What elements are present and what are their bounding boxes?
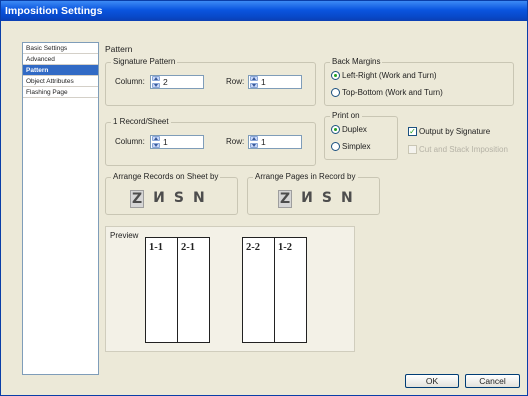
spinner-arrows-icon[interactable] — [152, 136, 160, 148]
record-column-stepper[interactable]: 1 — [150, 135, 204, 149]
back-margins-top-bottom-label: Top-Bottom (Work and Turn) — [342, 88, 443, 97]
sidebar-item-object-attributes[interactable]: Object Attributes — [23, 76, 98, 87]
checkbox-empty-icon — [408, 145, 417, 154]
back-margins-left-right-label: Left-Right (Work and Turn) — [342, 71, 437, 80]
back-margins-left-right-radio[interactable]: Left-Right (Work and Turn) — [331, 71, 437, 80]
arrange-records-s-order-icon[interactable]: S — [174, 190, 184, 208]
signature-row-value: 1 — [261, 77, 266, 87]
arrange-records-options: Z И S N — [130, 190, 205, 208]
print-on-simplex-radio[interactable]: Simplex — [331, 142, 370, 151]
sidebar-item-advanced[interactable]: Advanced — [23, 54, 98, 65]
radio-unselected-icon — [331, 88, 340, 97]
signature-column-value: 2 — [163, 77, 168, 87]
cancel-button[interactable]: Cancel — [465, 374, 520, 388]
arrange-pages-s-order-icon[interactable]: S — [322, 190, 332, 208]
cut-and-stack-checkbox[interactable]: Cut and Stack Imposition — [408, 145, 508, 154]
preview-page-2-2: 2-2 — [243, 238, 275, 342]
preview-back-sheet: 2-2 1-2 — [242, 237, 307, 343]
radio-selected-icon — [331, 71, 340, 80]
cut-and-stack-label: Cut and Stack Imposition — [419, 145, 508, 154]
record-row-label: Row: — [226, 137, 245, 146]
signature-column-label: Column: — [115, 77, 145, 86]
signature-pattern-group: Signature Pattern Column: 2 Row: 1 — [105, 57, 316, 106]
pattern-panel: Pattern Signature Pattern Column: 2 Row:… — [102, 42, 516, 375]
spinner-arrows-icon[interactable] — [250, 76, 258, 88]
arrange-pages-reverse-n-order-icon[interactable]: И — [301, 190, 313, 208]
print-on-duplex-radio[interactable]: Duplex — [331, 125, 367, 134]
radio-selected-icon — [331, 125, 340, 134]
output-by-signature-checkbox[interactable]: ✓ Output by Signature — [408, 127, 490, 136]
checkmark-icon: ✓ — [408, 127, 417, 136]
arrange-pages-title: Arrange Pages in Record by — [253, 172, 358, 181]
arrange-records-n-order-icon[interactable]: N — [193, 190, 205, 208]
record-row-stepper[interactable]: 1 — [248, 135, 302, 149]
arrange-pages-options: Z И S N — [278, 190, 353, 208]
output-by-signature-label: Output by Signature — [419, 127, 491, 136]
record-row-value: 1 — [261, 137, 266, 147]
print-on-title: Print on — [330, 111, 362, 120]
record-sheet-group: 1 Record/Sheet Column: 1 Row: 1 — [105, 117, 316, 166]
arrange-pages-z-order-icon[interactable]: Z — [278, 190, 293, 208]
back-margins-title: Back Margins — [330, 57, 383, 66]
spinner-arrows-icon[interactable] — [250, 136, 258, 148]
print-on-simplex-label: Simplex — [342, 142, 371, 151]
back-margins-top-bottom-radio[interactable]: Top-Bottom (Work and Turn) — [331, 88, 443, 97]
signature-row-stepper[interactable]: 1 — [248, 75, 302, 89]
preview-page-1-1: 1-1 — [146, 238, 178, 342]
spinner-arrows-icon[interactable] — [152, 76, 160, 88]
sidebar-item-basic-settings[interactable]: Basic Settings — [23, 43, 98, 54]
imposition-settings-dialog: Imposition Settings Basic Settings Advan… — [0, 0, 528, 396]
print-on-duplex-label: Duplex — [342, 125, 367, 134]
arrange-records-z-order-icon[interactable]: Z — [130, 190, 145, 208]
record-sheet-title: 1 Record/Sheet — [111, 117, 171, 126]
preview-page-1-2: 1-2 — [278, 242, 292, 253]
arrange-records-reverse-n-order-icon[interactable]: И — [153, 190, 165, 208]
arrange-records-group: Arrange Records on Sheet by Z И S N — [105, 172, 238, 215]
preview-area: Preview 1-1 2-1 2-2 1-2 — [105, 226, 355, 352]
back-margins-group: Back Margins Left-Right (Work and Turn) … — [324, 57, 514, 106]
radio-unselected-icon — [331, 142, 340, 151]
ok-button[interactable]: OK — [405, 374, 459, 388]
print-on-group: Print on Duplex Simplex — [324, 111, 398, 160]
preview-title: Preview — [110, 231, 139, 240]
preview-front-sheet: 1-1 2-1 — [145, 237, 210, 343]
panel-title: Pattern — [105, 44, 133, 54]
arrange-pages-n-order-icon[interactable]: N — [341, 190, 353, 208]
record-column-value: 1 — [163, 137, 168, 147]
preview-page-2-1: 2-1 — [181, 242, 195, 253]
signature-row-label: Row: — [226, 77, 245, 86]
signature-pattern-title: Signature Pattern — [111, 57, 178, 66]
sidebar-item-flashing-page[interactable]: Flashing Page — [23, 87, 98, 98]
record-column-label: Column: — [115, 137, 145, 146]
settings-sidebar: Basic Settings Advanced Pattern Object A… — [22, 42, 99, 375]
window-title: Imposition Settings — [1, 1, 527, 21]
arrange-pages-group: Arrange Pages in Record by Z И S N — [247, 172, 380, 215]
signature-column-stepper[interactable]: 2 — [150, 75, 204, 89]
sidebar-item-pattern[interactable]: Pattern — [23, 65, 98, 76]
arrange-records-title: Arrange Records on Sheet by — [111, 172, 221, 181]
